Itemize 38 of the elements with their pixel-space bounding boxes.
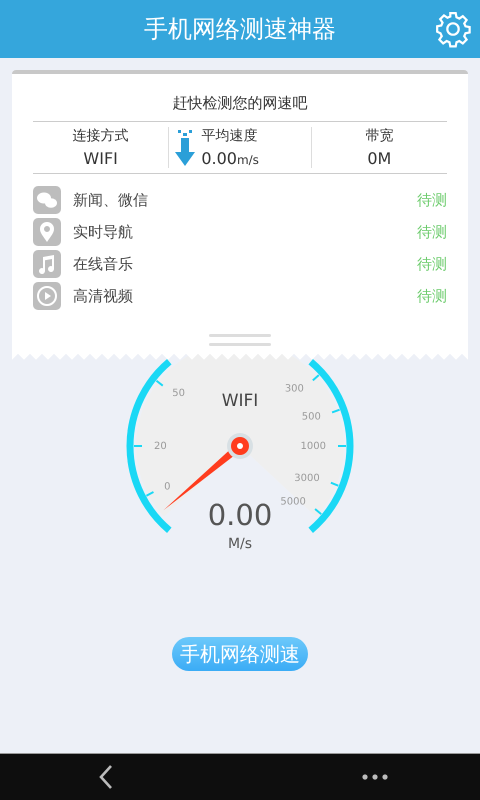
more-icon[interactable] <box>362 774 388 780</box>
speed-reading: 0.00 <box>208 498 272 532</box>
drag-handle[interactable] <box>209 334 271 346</box>
gauge-tick-label: 5000 <box>280 496 306 508</box>
back-icon[interactable] <box>98 764 114 790</box>
test-name: 实时导航 <box>73 222 134 242</box>
gauge-tick-label: 500 <box>302 412 321 423</box>
chat-bubbles-icon <box>33 186 61 214</box>
stat-label: 平均速度 <box>201 127 258 145</box>
stat-value: WIFI <box>83 149 118 168</box>
test-name: 在线音乐 <box>73 254 134 274</box>
download-arrow-icon <box>175 130 196 166</box>
test-name: 高清视频 <box>73 286 134 306</box>
play-icon <box>33 282 61 310</box>
stat-unit: m/s <box>236 153 259 167</box>
gauge-tick-label: 50 <box>172 388 185 400</box>
start-test-button[interactable]: 手机网络测速 <box>172 637 308 671</box>
stat-label: 连接方式 <box>72 127 129 145</box>
test-status: 待测 <box>417 254 447 274</box>
app-title: 手机网络测速神器 <box>144 14 336 45</box>
music-note-icon <box>33 250 61 278</box>
stat-value: 0M <box>367 149 392 168</box>
stat-label: 带宽 <box>365 127 394 145</box>
test-name: 新闻、微信 <box>73 190 149 210</box>
speed-unit: M/s <box>228 536 252 552</box>
stat-value: 0.00 <box>201 149 237 168</box>
test-status: 待测 <box>417 222 447 242</box>
settings-icon[interactable] <box>434 10 472 48</box>
gauge-tick-label: 20 <box>154 441 167 452</box>
gauge-tick-label: 1000 <box>300 441 326 452</box>
location-pin-icon <box>33 218 61 246</box>
gauge-tick-label: 0 <box>164 481 170 492</box>
network-label: WIFI <box>222 391 258 411</box>
test-status: 待测 <box>417 286 447 306</box>
gauge-tick-label: 3000 <box>294 473 320 484</box>
gauge-tick-label: 300 <box>284 383 304 394</box>
test-status: 待测 <box>417 190 447 210</box>
card-heading: 赶快检测您的网速吧 <box>33 94 447 122</box>
